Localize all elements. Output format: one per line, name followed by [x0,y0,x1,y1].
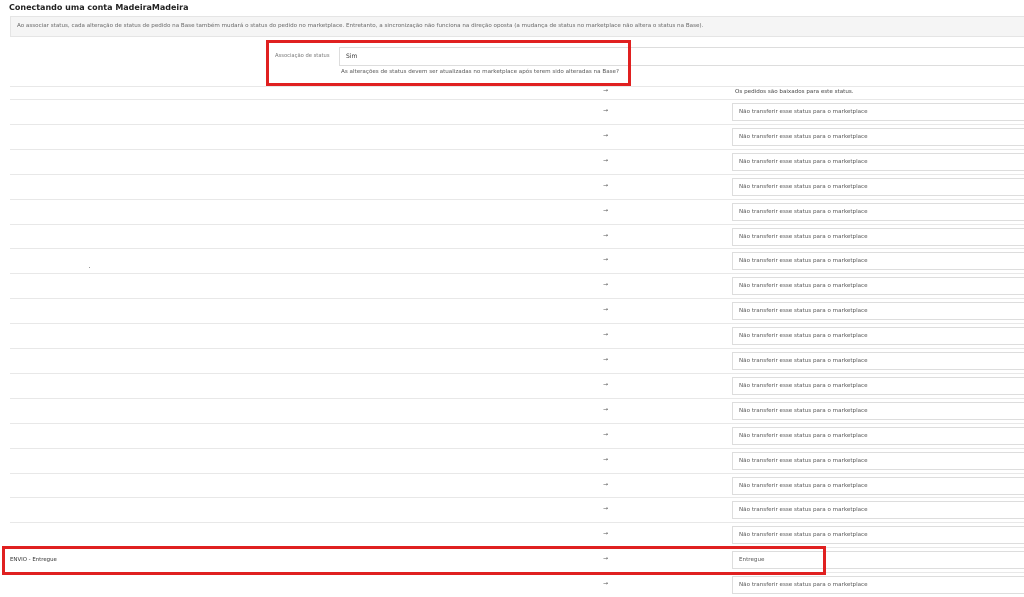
marketplace-status-select[interactable]: Não transferir esse status para o market… [732,476,1024,495]
status-mapping-row: → Não transferir esse status para o marke… [0,99,1024,124]
row-divider [10,472,1024,474]
marketplace-status-select[interactable]: Não transferir esse status para o market… [732,352,1024,370]
status-mapping-row: → Não transferir esse status para o marke… [0,422,1024,448]
marketplace-status-select[interactable]: Não transferir esse status para o market… [732,152,1024,171]
arrow-right-icon: → [603,331,609,339]
arrow-right-icon: → [603,530,609,538]
status-mapping-row: → Não transferir esse status para o marke… [0,248,1024,273]
row-divider [10,123,1024,125]
row-divider [10,248,1024,250]
marketplace-status-select[interactable]: Não transferir esse status para o market… [732,177,1024,196]
row-divider [10,298,1024,300]
highlight-box-entregue-row [2,546,826,575]
status-mapping-row: → Não transferir esse status para o marke… [0,497,1024,522]
row-divider [10,447,1024,449]
marketplace-status-select[interactable]: Não transferir esse status para o market… [732,202,1024,221]
marketplace-status-select[interactable]: Não transferir esse status para o market… [732,103,1024,121]
marketplace-status-select[interactable]: Não transferir esse status para o market… [732,501,1024,520]
row-divider [10,173,1024,175]
info-notice: Ao associar status, cada alteração de st… [10,16,1024,37]
marketplace-status-select[interactable]: Não transferir esse status para o market… [732,451,1024,470]
row-divider [10,223,1024,225]
row-divider [10,148,1024,150]
status-mapping-row: → Não transferir esse status para o marke… [0,198,1024,224]
page-title: Conectando uma conta MadeiraMadeira [9,3,189,12]
highlight-box-association [266,40,631,86]
row-divider [10,348,1024,349]
row-divider [10,99,1024,100]
arrow-right-icon: → [603,206,609,214]
marketplace-status-select[interactable]: Não transferir esse status para o market… [732,376,1024,395]
status-mapping-row: → Não transferir esse status para o marke… [0,273,1024,298]
arrow-right-icon: → [603,87,609,94]
marketplace-status-select[interactable]: Não transferir esse status para o market… [732,526,1024,545]
arrow-right-icon: → [603,181,609,189]
status-mapping-row: → Não transferir esse status para o marke… [0,348,1024,373]
arrow-right-icon: → [603,156,609,164]
status-mapping-row: → Não transferir esse status para o marke… [0,323,1024,348]
stray-dot [89,267,90,268]
marketplace-status-select[interactable]: Não transferir esse status para o market… [732,576,1024,595]
row-divider [10,397,1024,399]
row-divider [10,522,1024,524]
status-mapping-row: → Não transferir esse status para o marke… [0,447,1024,473]
row-divider [10,323,1024,325]
marketplace-status-select[interactable]: Não transferir esse status para o market… [732,227,1024,246]
row-divider [10,372,1024,374]
arrow-right-icon: → [603,580,609,588]
arrow-right-icon: → [603,430,609,438]
arrow-right-icon: → [603,231,609,239]
status-mapping-row: → Não transferir esse status para o marke… [0,472,1024,498]
arrow-right-icon: → [603,356,609,363]
row-divider [10,497,1024,499]
arrow-right-icon: → [603,480,609,488]
status-header-row: → Os pedidos são baixados para este stat… [0,87,1024,98]
status-mapping-row: → Não transferir esse status para o marke… [0,372,1024,398]
arrow-right-icon: → [603,380,609,388]
arrow-right-icon: → [603,455,609,463]
row-divider [10,422,1024,424]
arrow-right-icon: → [603,107,609,114]
marketplace-status-select[interactable]: Não transferir esse status para o market… [732,401,1024,420]
marketplace-status-select[interactable]: Não transferir esse status para o market… [732,277,1024,296]
marketplace-status-select[interactable]: Não transferir esse status para o market… [732,327,1024,346]
arrow-right-icon: → [603,505,609,513]
status-mapping-row: → Não transferir esse status para o marke… [0,522,1024,547]
status-mapping-row: → Não transferir esse status para o marke… [0,223,1024,249]
marketplace-status-select[interactable]: Não transferir esse status para o market… [732,302,1024,321]
marketplace-status-select[interactable]: Não transferir esse status para o market… [732,127,1024,146]
arrow-right-icon: → [603,281,609,289]
status-mapping-row: → Não transferir esse status para o marke… [0,173,1024,199]
status-mapping-row: → Não transferir esse status para o marke… [0,148,1024,174]
marketplace-status-select[interactable]: Não transferir esse status para o market… [732,426,1024,445]
arrow-right-icon: → [603,405,609,413]
arrow-right-icon: → [603,131,609,139]
status-mapping-row: → Não transferir esse status para o marke… [0,397,1024,423]
download-status-note: Os pedidos são baixados para este status… [735,89,854,95]
status-mapping-row: → Não transferir esse status para o marke… [0,572,1024,597]
row-divider [10,273,1024,275]
status-mapping-row: → Não transferir esse status para o marke… [0,123,1024,149]
row-divider [10,198,1024,200]
marketplace-status-select[interactable]: Não transferir esse status para o market… [732,252,1024,271]
arrow-right-icon: → [603,256,609,264]
status-mapping-row: → Não transferir esse status para o marke… [0,298,1024,323]
arrow-right-icon: → [603,306,609,314]
